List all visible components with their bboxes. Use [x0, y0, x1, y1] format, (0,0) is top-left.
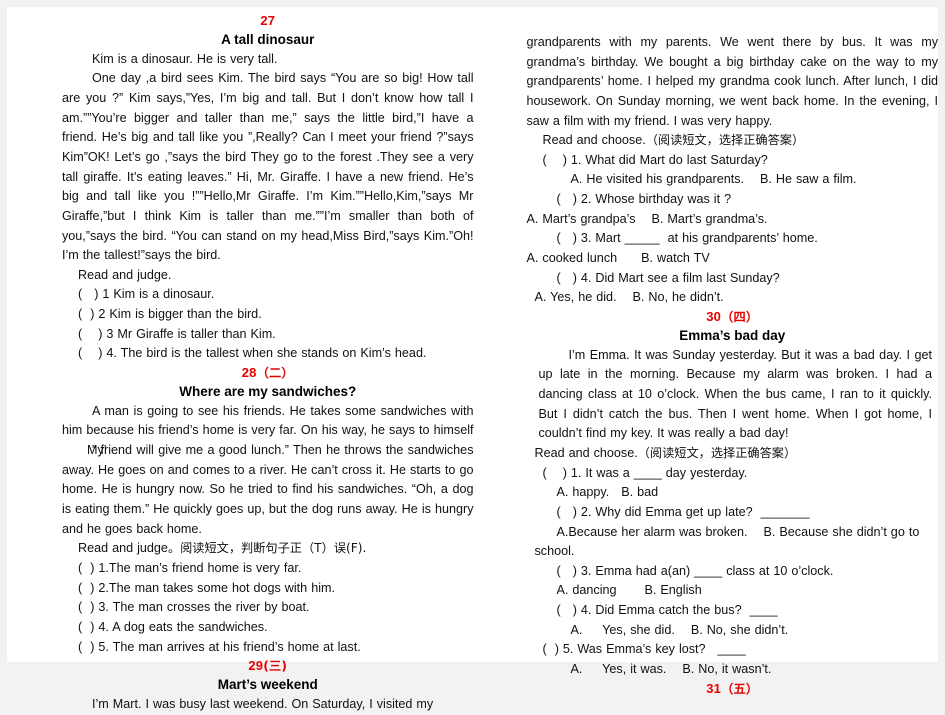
section-28-paragraph-1: A man is going to see his friends. He ta… — [62, 402, 474, 539]
section-28-title: Where are my sandwiches? — [179, 383, 357, 399]
section-28-overlap-b: My’ — [87, 443, 107, 458]
section-27-paragraph-1: Kim is a dinosaur. He is very tall. — [92, 51, 278, 66]
section-28-instruction-en: Read and judge — [78, 541, 168, 556]
section-29-instruction-en: Read and choose. — [542, 133, 646, 148]
section-28-paragraph-1-pre: A man is going to see his friends. He ta… — [62, 403, 474, 438]
section-30-question-1-options[interactable]: A. happy. B. bad — [527, 483, 939, 503]
section-30-question-3[interactable]: ( ) 3. Emma had a(an) ____ class at 10 o… — [527, 562, 939, 582]
section-31-number: 31（五） — [706, 680, 759, 696]
left-column: 27 A tall dinosaur Kim is a dinosaur. He… — [62, 7, 474, 711]
section-27-title: A tall dinosaur — [221, 31, 315, 47]
section-27-question-2[interactable]: ( ) 2 Kim is bigger than the bird. — [62, 305, 474, 325]
section-28-instruction-cn: 。阅读短文，判断句子正（T）误(F). — [167, 541, 367, 556]
section-30-number: 30（四） — [706, 308, 759, 324]
section-28-question-3[interactable]: ( ) 3. The man crosses the river by boat… — [62, 598, 474, 618]
section-29-question-2[interactable]: ( ) 2. Whose birthday was it ? — [527, 190, 939, 210]
section-30-instruction-cn: （阅读短文，选择正确答案） — [637, 445, 797, 460]
section-27-question-4[interactable]: ( ) 4. The bird is the tallest when she … — [62, 344, 474, 364]
section-28: 28（二） Where are my sandwiches? A man is … — [62, 364, 474, 657]
worksheet-page: 27 A tall dinosaur Kim is a dinosaur. He… — [7, 7, 939, 711]
section-27: 27 A tall dinosaur Kim is a dinosaur. He… — [62, 12, 474, 364]
section-29-question-1[interactable]: ( ) 1. What did Mart do last Saturday? — [527, 151, 939, 171]
section-29-continued: grandparents with my parents. We went th… — [527, 33, 939, 308]
section-28-number-cn: （二） — [256, 366, 294, 381]
section-29-question-4-options[interactable]: A. Yes, he did. B. No, he didn’t. — [527, 288, 939, 308]
section-30: 30（四） Emma’s bad day I’m Emma. It was Su… — [527, 308, 939, 680]
section-29-question-3[interactable]: ( ) 3. Mart _____ at his grandparents’ h… — [527, 229, 939, 249]
section-29-instruction-cn: （阅读短文，选择正确答案） — [645, 133, 805, 148]
section-29-paragraph-1-start: I’m Mart. I was busy last weekend. On Sa… — [92, 696, 434, 711]
section-30-question-1[interactable]: ( ) 1. It was a ____ day yesterday. — [527, 464, 939, 484]
section-27-instruction: Read and judge. — [78, 267, 172, 282]
section-30-question-2-options-a[interactable]: A.Because her alarm was broken. B. Becau… — [527, 523, 939, 543]
section-28-question-2[interactable]: ( ) 2.The man takes some hot dogs with h… — [62, 579, 474, 599]
section-30-question-3-options[interactable]: A. dancing B. English — [527, 581, 939, 601]
section-28-overlap-group: ” My’ — [62, 441, 107, 461]
section-30-question-5-options[interactable]: A. Yes, it was. B. No, it wasn’t. — [527, 660, 939, 680]
section-29: 29(三) Mart’s weekend I’m Mart. I was bus… — [62, 657, 474, 714]
section-30-question-4-options[interactable]: A. Yes, she did. B. No, she didn’t. — [527, 621, 939, 641]
section-27-number: 27 — [260, 13, 276, 28]
section-30-question-2-options-b[interactable]: school. — [527, 542, 939, 562]
section-29-title: Mart’s weekend — [217, 676, 318, 692]
section-28-paragraph-1-post: friend will give me a good lunch.” Then … — [62, 443, 474, 536]
section-28-question-5[interactable]: ( ) 5. The man arrives at his friend’s h… — [62, 638, 474, 658]
section-29-question-3-options[interactable]: A. cooked lunch B. watch TV — [527, 249, 939, 269]
section-28-instruction: Read and judge。阅读短文，判断句子正（T）误(F). — [62, 539, 474, 559]
section-30-paragraph-1: I’m Emma. It was Sunday yesterday. But i… — [538, 347, 933, 441]
section-31-number-cn: （五） — [721, 681, 759, 696]
section-28-question-1[interactable]: ( ) 1.The man’s friend home is very far. — [62, 559, 474, 579]
section-28-question-4[interactable]: ( ) 4. A dog eats the sandwiches. — [62, 618, 474, 638]
section-29-number-cn: (三) — [263, 659, 288, 674]
section-30-instruction: Read and choose.（阅读短文，选择正确答案） — [527, 444, 939, 464]
section-30-question-4[interactable]: ( ) 4. Did Emma catch the bus? ____ — [527, 601, 939, 621]
section-29-question-1-options[interactable]: A. He visited his grandparents. B. He sa… — [527, 170, 939, 190]
section-29-paragraph-1-continued: grandparents with my parents. We went th… — [526, 35, 939, 128]
section-27-paragraph-2: One day ,a bird sees Kim. The bird says … — [62, 71, 474, 263]
section-29-instruction: Read and choose.（阅读短文，选择正确答案） — [527, 131, 939, 151]
section-28-number: 28（二） — [241, 365, 294, 381]
right-column: grandparents with my parents. We went th… — [527, 7, 939, 696]
section-27-question-1[interactable]: ( ) 1 Kim is a dinosaur. — [62, 285, 474, 305]
two-column-layout: 27 A tall dinosaur Kim is a dinosaur. He… — [7, 7, 939, 711]
section-30-question-5[interactable]: ( ) 5. Was Emma’s key lost? ____ — [527, 640, 939, 660]
section-30-instruction-en: Read and choose. — [534, 445, 638, 460]
section-27-question-3[interactable]: ( ) 3 Mr Giraffe is taller than Kim. — [62, 325, 474, 345]
section-29-number: 29(三) — [248, 658, 288, 674]
section-31: 31（五） — [527, 680, 939, 698]
section-30-title: Emma’s bad day — [679, 327, 786, 343]
section-29-question-2-options[interactable]: A. Mart’s grandpa’s B. Mart’s grandma’s. — [527, 210, 939, 230]
section-30-question-2[interactable]: ( ) 2. Why did Emma get up late? _______ — [527, 503, 939, 523]
section-30-number-cn: （四） — [721, 309, 759, 324]
section-29-question-4[interactable]: ( ) 4. Did Mart see a film last Sunday? — [527, 269, 939, 289]
